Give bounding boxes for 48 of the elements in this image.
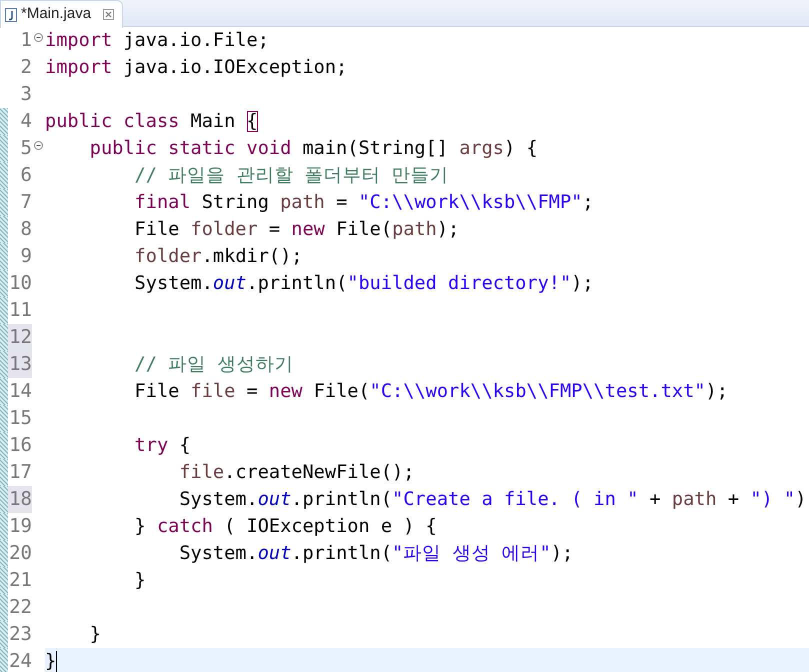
line-number: 9 [20,244,32,269]
line-number: 22 [8,595,32,620]
line-number: 8 [20,217,32,242]
code-line: final String path = "C:\\work\\ksb\\FMP"; [134,192,594,213]
line-number: 6 [20,163,32,188]
code-line: System.out.println("파일 생성 에러"); [178,543,574,564]
line-number: 3 [20,82,32,107]
code-line: File file = new File("C:\\work\\ksb\\FMP\\test.txt"); [134,381,728,402]
line-number: 12 [8,324,32,351]
code-line: } [88,624,101,645]
code-line: } [134,570,146,591]
code-line: try { [134,435,191,456]
line-number: 1 [20,28,32,53]
code-line: // 파일을 관리할 폴더부터 만들기 [134,165,449,186]
line-number: 11 [8,298,32,323]
line-number: 24 [8,649,32,672]
code-line: System.out.println("Create a file. ( in " + path + ") "); [178,489,809,510]
line-number: 17 [8,460,32,485]
code-line: public static void main(String[] args) { [88,138,538,159]
java-file-icon [5,8,17,22]
code-line: file.createNewFile(); [178,462,414,483]
line-number: 10 [8,271,32,296]
line-number: 19 [8,514,32,539]
code-line: // 파일 생성하기 [134,354,294,375]
editor-tab[interactable]: *Main.java [0,0,124,28]
code-line: public class Main { [45,111,258,132]
close-icon[interactable] [103,9,114,20]
collapse-icon[interactable] [34,141,43,150]
collapse-icon[interactable] [34,33,43,42]
line-number: 23 [8,622,32,647]
line-number: 15 [8,406,32,431]
line-number: 20 [8,541,32,566]
line-number: 16 [8,433,32,458]
line-number: 5 [20,136,32,161]
code-line: import java.io.IOException; [45,57,348,78]
line-number: 13 [8,351,32,378]
line-number: 7 [20,190,32,215]
code-line: } catch ( IOException e ) { [134,516,437,537]
code-line: folder.mkdir(); [134,246,302,267]
code-line: File folder = new File(path); [134,219,460,240]
line-number: 14 [8,379,32,404]
line-number: 18 [8,486,32,513]
line-number: 4 [20,109,32,134]
code-line: import java.io.File; [45,30,269,51]
code-line: System.out.println("builded directory!"); [134,273,594,294]
line-number: 21 [8,568,32,593]
line-number: 2 [20,55,32,80]
code-line: } [45,651,58,672]
